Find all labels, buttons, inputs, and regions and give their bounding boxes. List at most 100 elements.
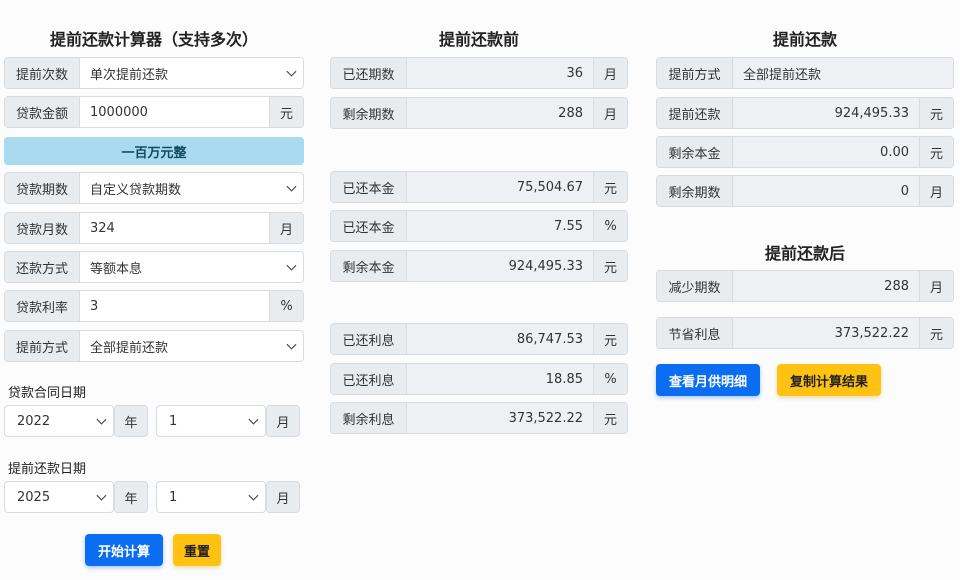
contract-date-label: 贷款合同日期 [8,386,87,401]
loan-term-type-value[interactable]: 自定义贷款期数 [80,173,303,203]
result-label: 剩余本金 [331,251,407,281]
result-value: 75,504.67 [407,172,593,202]
result-row: 剩余本金 0.00 元 [656,136,954,168]
prepay-count-select[interactable]: 提前次数 单次提前还款 [4,57,304,89]
result-row: 剩余本金 924,495.33 元 [330,250,628,282]
result-row: 减少期数 288 月 [656,270,954,302]
contract-year-unit: 年 [114,405,148,437]
result-value: 924,495.33 [733,98,919,128]
start-calculate-button[interactable]: 开始计算 [85,534,163,566]
result-label: 已还本金 [331,211,407,241]
prepay-date-label: 提前还款日期 [8,462,87,477]
result-row: 已还期数 36 月 [330,57,628,89]
result-unit: 元 [593,403,627,433]
loan-amount-label: 贷款金额 [5,97,80,127]
loan-amount-field[interactable]: 贷款金额 1000000 元 [4,96,304,128]
result-row: 剩余期数 288 月 [330,97,628,129]
prepay-year-value: 2025 [17,489,51,505]
loan-term-type-label: 贷款期数 [5,173,80,203]
loan-months-label: 贷款月数 [5,213,80,243]
result-unit: 月 [919,271,953,301]
result-value: 0 [733,176,919,206]
result-row: 提前还款 924,495.33 元 [656,97,954,129]
rate-field[interactable]: 贷款利率 3 % [4,290,304,322]
result-unit: 元 [593,251,627,281]
result-value: 373,522.22 [733,318,919,348]
rate-label: 贷款利率 [5,291,80,321]
loan-months-field[interactable]: 贷款月数 324 月 [4,212,304,244]
prepay-title: 提前还款 [772,30,837,49]
result-row: 节省利息 373,522.22 元 [656,317,954,349]
result-value: 18.85 [407,364,593,394]
result-label: 已还利息 [331,364,407,394]
result-row: 已还本金 7.55 % [330,210,628,242]
result-label: 已还期数 [331,58,407,88]
reset-button[interactable]: 重置 [173,534,221,566]
result-unit: 月 [919,176,953,206]
result-label: 提前还款 [657,98,733,128]
prepay-year-unit: 年 [114,481,148,513]
result-value: 0.00 [733,137,919,167]
amount-in-words-banner: 一百万元整 [4,137,304,165]
repay-method-value[interactable]: 等额本息 [80,252,303,282]
result-label: 剩余期数 [657,176,733,206]
after-prepay-title: 提前还款后 [764,244,845,263]
result-label: 剩余期数 [331,98,407,128]
calculator-title: 提前还款计算器（支持多次） [49,30,258,49]
result-value: 86,747.53 [407,324,593,354]
result-value: 373,522.22 [407,403,593,433]
result-value: 288 [733,271,919,301]
right-method-label: 提前方式 [657,58,733,88]
repay-method-select[interactable]: 还款方式 等额本息 [4,251,304,283]
result-unit: 元 [593,324,627,354]
contract-month-unit: 月 [266,405,300,437]
contract-month-select[interactable]: 1 [156,405,266,437]
prepay-method-value[interactable]: 全部提前还款 [80,331,303,361]
chevron-down-icon [96,414,107,425]
prepay-method-select[interactable]: 提前方式 全部提前还款 [4,330,304,362]
result-label: 已还利息 [331,324,407,354]
chevron-down-icon [248,414,259,425]
result-label: 剩余利息 [331,403,407,433]
prepay-count-value[interactable]: 单次提前还款 [80,58,303,88]
loan-term-type-select[interactable]: 贷款期数 自定义贷款期数 [4,172,304,204]
result-label: 减少期数 [657,271,733,301]
prepay-month-value: 1 [169,489,178,505]
right-method-row: 提前方式 全部提前还款 [656,57,954,89]
copy-result-button[interactable]: 复制计算结果 [777,364,881,396]
result-value: 36 [407,58,593,88]
chevron-down-icon [96,490,107,501]
prepay-method-label: 提前方式 [5,331,80,361]
result-row: 剩余利息 373,522.22 元 [330,402,628,434]
result-row: 已还本金 75,504.67 元 [330,171,628,203]
loan-months-input[interactable]: 324 [80,213,269,243]
result-label: 剩余本金 [657,137,733,167]
result-value: 7.55 [407,211,593,241]
result-row: 剩余期数 0 月 [656,175,954,207]
result-unit: 元 [919,318,953,348]
prepay-count-label: 提前次数 [5,58,80,88]
prepay-month-unit: 月 [266,481,300,513]
result-unit: 元 [593,172,627,202]
result-unit: 元 [919,137,953,167]
contract-month-value: 1 [169,413,178,429]
rate-input[interactable]: 3 [80,291,269,321]
result-value: 288 [407,98,593,128]
before-prepay-title: 提前还款前 [438,30,519,49]
loan-amount-input[interactable]: 1000000 [80,97,269,127]
view-monthly-detail-button[interactable]: 查看月供明细 [656,364,760,396]
right-method-value: 全部提前还款 [733,58,953,88]
contract-year-select[interactable]: 2022 [4,405,114,437]
result-label: 已还本金 [331,172,407,202]
repay-method-label: 还款方式 [5,252,80,282]
prepay-month-select[interactable]: 1 [156,481,266,513]
result-unit: 月 [593,98,627,128]
result-value: 924,495.33 [407,251,593,281]
result-row: 已还利息 18.85 % [330,363,628,395]
prepay-year-select[interactable]: 2025 [4,481,114,513]
contract-year-value: 2022 [17,413,51,429]
result-unit: % [593,364,627,394]
result-label: 节省利息 [657,318,733,348]
result-unit: % [593,211,627,241]
loan-months-unit: 月 [269,213,303,243]
